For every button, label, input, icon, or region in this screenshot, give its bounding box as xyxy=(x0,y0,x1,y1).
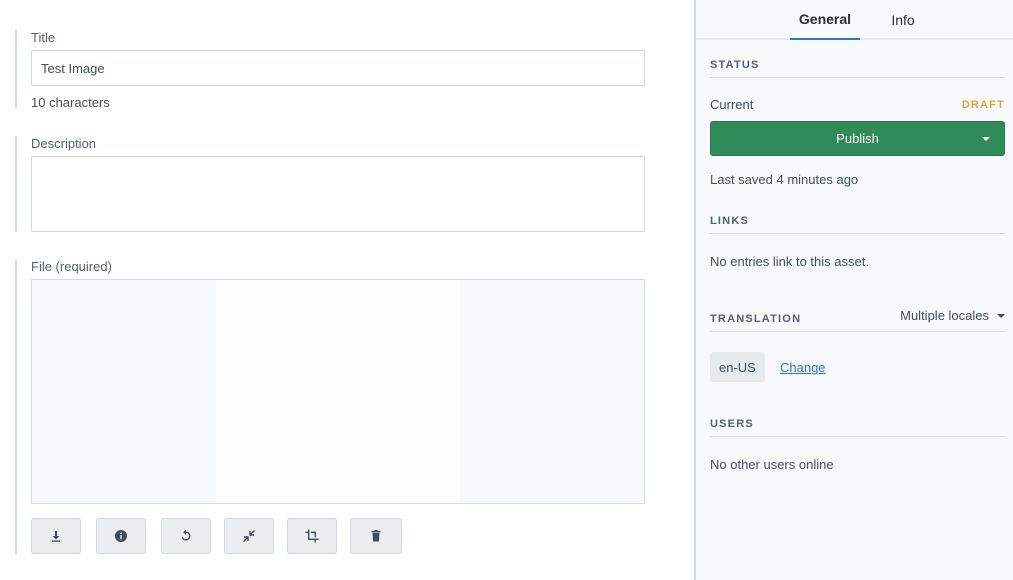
crop-button[interactable] xyxy=(287,518,337,554)
shrink-icon xyxy=(243,530,255,542)
entry-sidebar: General Info STATUS Current DRAFT Publis… xyxy=(694,0,1013,580)
description-textarea[interactable] xyxy=(31,156,645,232)
publish-label: Publish xyxy=(836,131,879,146)
translation-heading: TRANSLATION Multiple locales xyxy=(710,309,1005,332)
translation-heading-label: TRANSLATION xyxy=(710,313,802,325)
file-preview xyxy=(31,279,645,504)
delete-button[interactable] xyxy=(350,518,402,554)
sidebar-tabs: General Info xyxy=(696,0,1013,40)
last-saved-text: Last saved 4 minutes ago xyxy=(710,172,859,187)
resize-button[interactable] xyxy=(224,518,274,554)
publish-button[interactable]: Publish xyxy=(710,121,1005,156)
rotate-button[interactable] xyxy=(161,518,211,554)
users-section: USERS xyxy=(710,417,1005,437)
status-section: STATUS xyxy=(710,58,1005,78)
chevron-down-icon xyxy=(997,314,1005,318)
status-row: Current DRAFT xyxy=(710,97,1005,113)
description-field: Description xyxy=(15,136,645,232)
links-section: LINKS xyxy=(710,214,1005,234)
locale-dropdown-label: Multiple locales xyxy=(900,308,989,323)
rotate-icon xyxy=(181,529,191,541)
users-heading: USERS xyxy=(710,417,1005,437)
translation-section: TRANSLATION Multiple locales xyxy=(710,309,1005,332)
crop-icon xyxy=(305,529,319,543)
file-field: File (required) xyxy=(15,259,645,554)
tab-info[interactable]: Info xyxy=(868,0,938,40)
title-field: Title 10 characters xyxy=(15,30,645,110)
current-status-label: Current xyxy=(710,97,754,112)
users-empty-text: No other users online xyxy=(710,457,834,472)
download-button[interactable] xyxy=(31,518,81,554)
title-char-count: 10 characters xyxy=(31,95,110,110)
locale-chip: en-US xyxy=(710,352,765,382)
title-label: Title xyxy=(31,30,56,45)
info-icon xyxy=(115,530,127,542)
links-empty-text: No entries link to this asset. xyxy=(710,254,869,269)
links-heading: LINKS xyxy=(710,214,1005,234)
change-locale-link[interactable]: Change xyxy=(780,360,826,375)
entry-editor: Title 10 characters Description File (re… xyxy=(0,0,694,580)
status-heading: STATUS xyxy=(710,58,1005,78)
status-badge: DRAFT xyxy=(961,99,1005,111)
tab-general[interactable]: General xyxy=(790,0,860,40)
chevron-down-icon[interactable] xyxy=(982,137,990,141)
file-label: File (required) xyxy=(31,259,112,274)
description-label: Description xyxy=(31,136,97,151)
trash-icon xyxy=(371,530,381,542)
download-icon xyxy=(52,531,60,542)
locale-dropdown[interactable]: Multiple locales xyxy=(900,309,1005,323)
image-thumbnail[interactable] xyxy=(216,280,460,503)
title-input[interactable] xyxy=(31,50,645,86)
info-button[interactable] xyxy=(96,518,146,554)
